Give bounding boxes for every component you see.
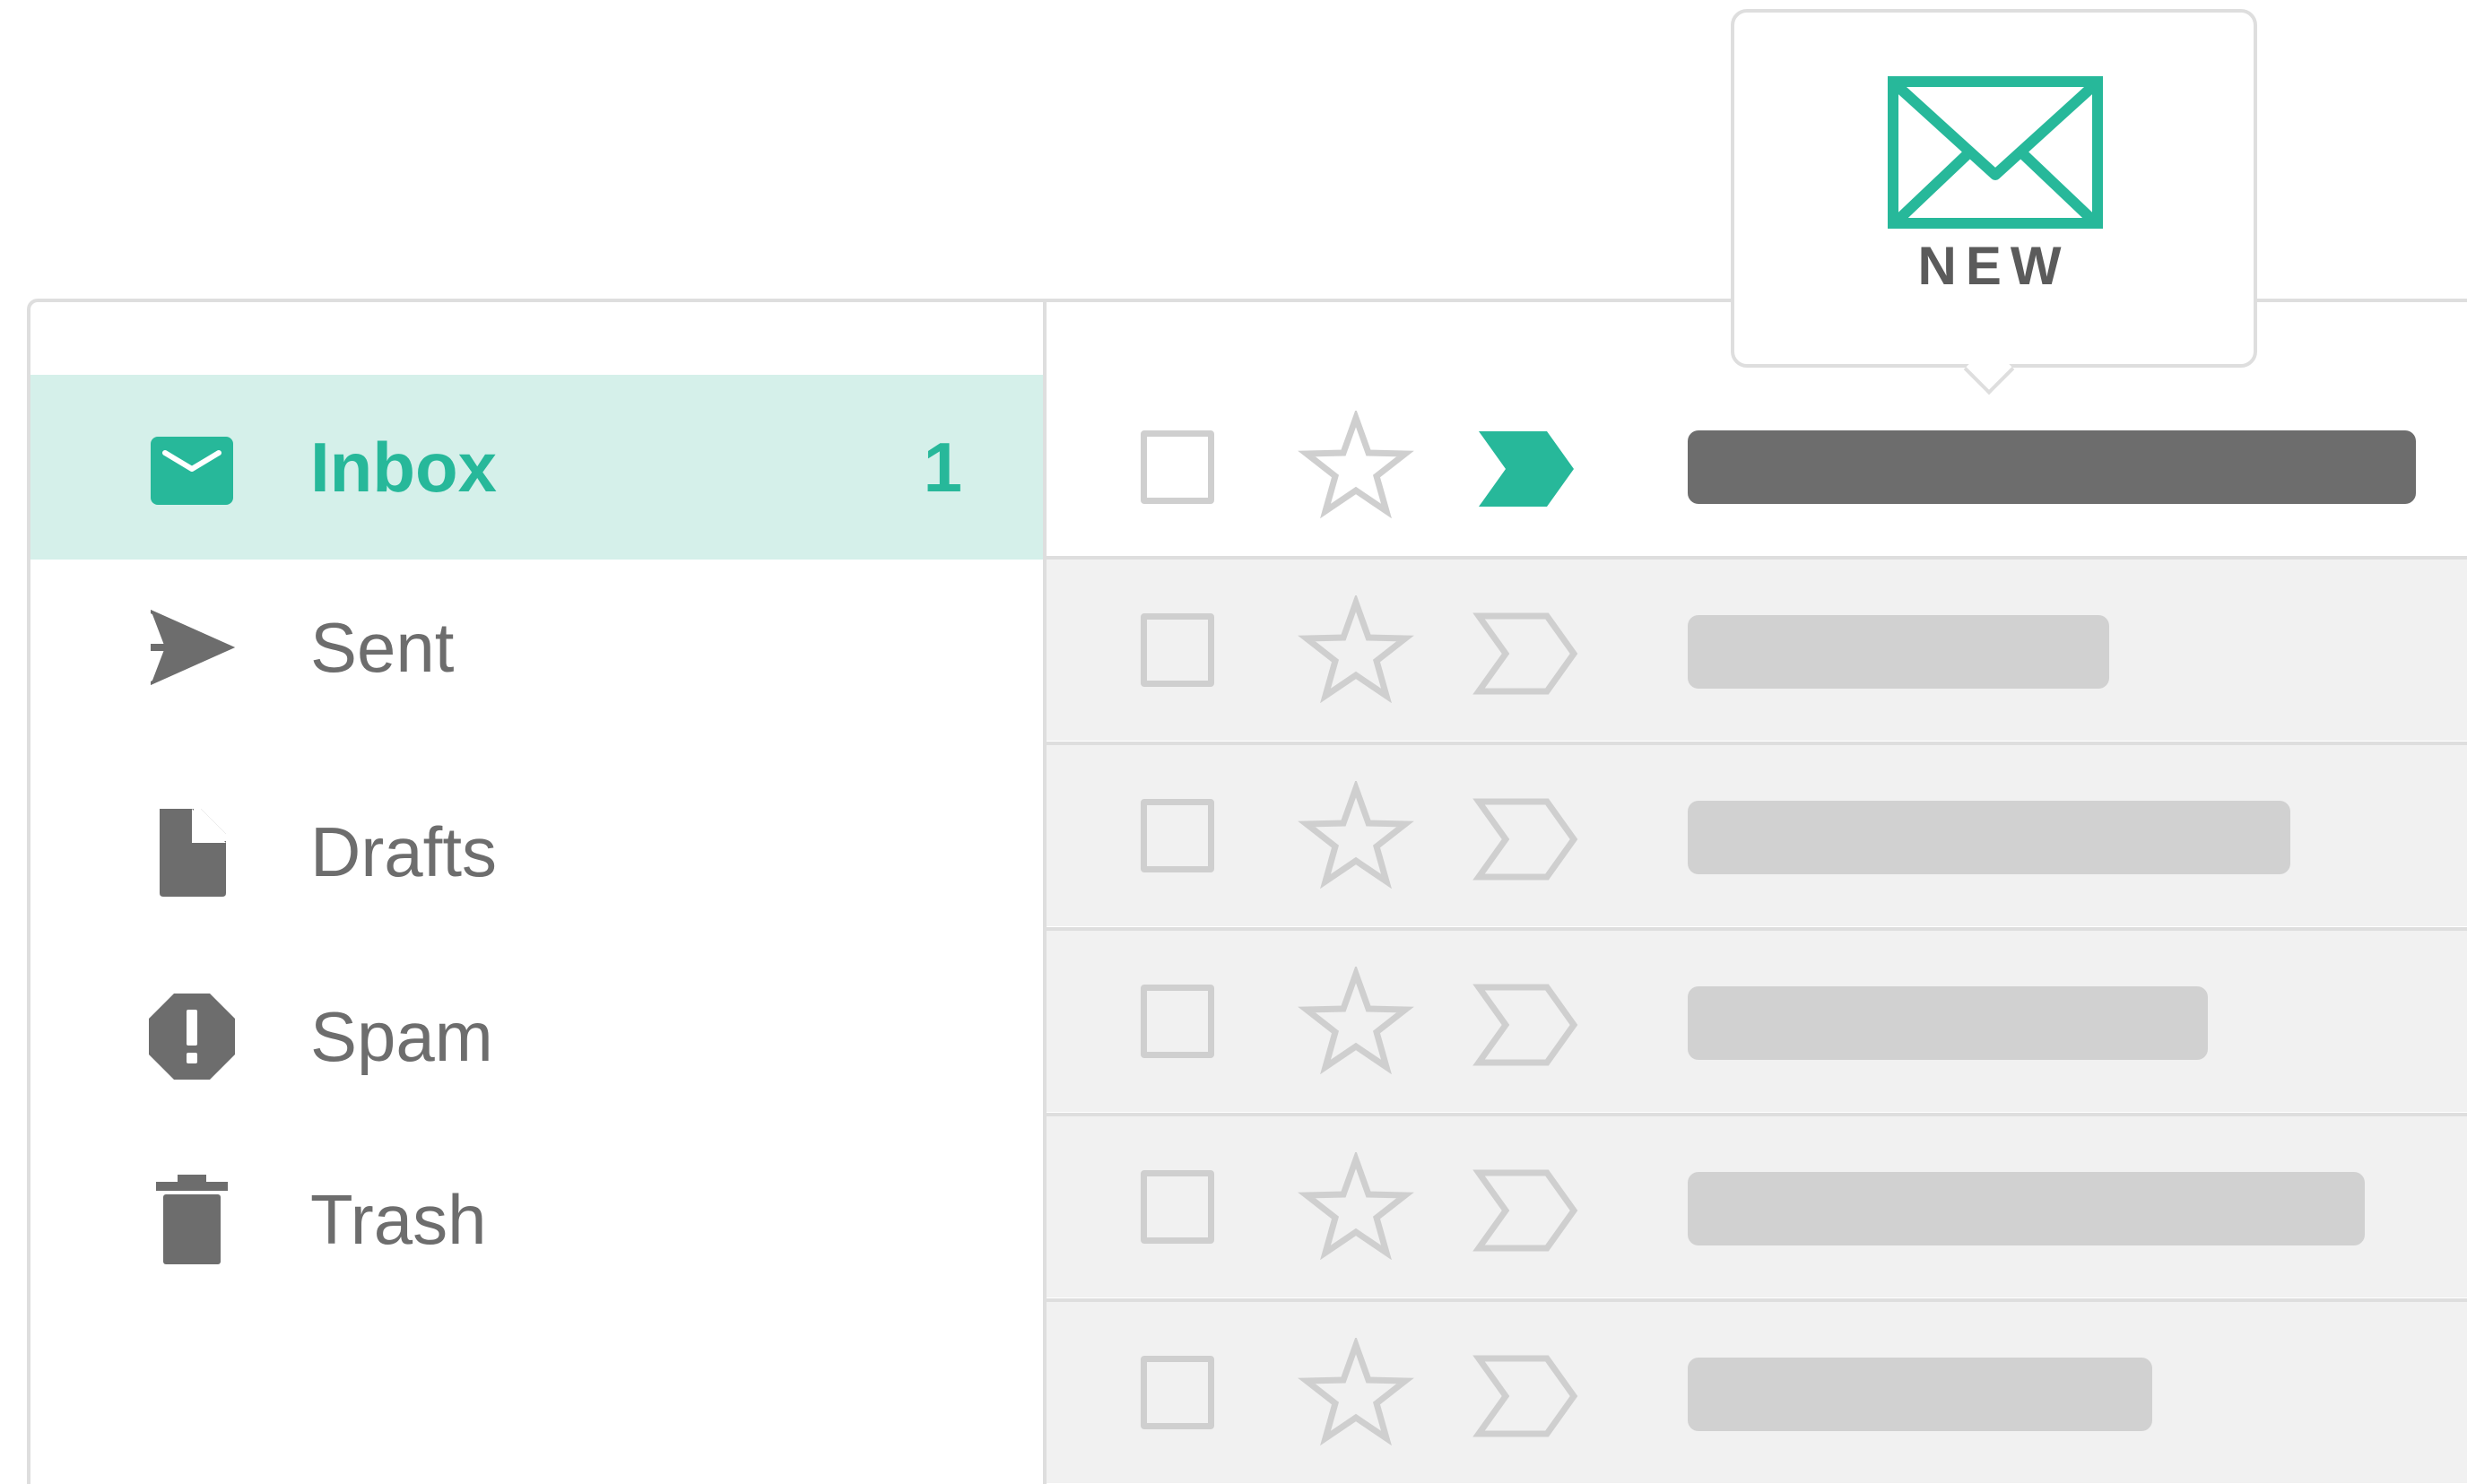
new-badge-label: NEW: [1917, 236, 2071, 296]
mail-app-illustration: Inbox 1 Sent Drafts Spam Trash NEW: [0, 0, 2467, 1484]
star-icon[interactable]: [1298, 967, 1414, 1074]
sidebar-item-label: Spam: [310, 997, 493, 1076]
important-marker-icon[interactable]: [1468, 971, 1585, 1079]
email-row[interactable]: [1047, 556, 2467, 741]
sidebar: Inbox 1 Sent Drafts Spam Trash: [30, 302, 1043, 1484]
envelope-icon: [1888, 76, 2103, 229]
star-icon[interactable]: [1298, 1338, 1414, 1445]
email-subject-placeholder: [1688, 430, 2416, 504]
sidebar-item-trash[interactable]: Trash: [30, 1114, 1043, 1298]
important-marker-icon[interactable]: [1468, 785, 1585, 893]
sidebar-item-spam[interactable]: Spam: [30, 929, 1043, 1114]
select-checkbox[interactable]: [1141, 613, 1214, 687]
sidebar-item-label: Inbox: [310, 428, 497, 507]
select-checkbox[interactable]: [1141, 430, 1214, 504]
star-icon[interactable]: [1298, 1152, 1414, 1260]
select-checkbox[interactable]: [1141, 799, 1214, 872]
sidebar-item-inbox[interactable]: Inbox 1: [30, 375, 1043, 560]
sidebar-item-drafts[interactable]: Drafts: [30, 744, 1043, 929]
sidebar-item-sent[interactable]: Sent: [30, 560, 1043, 744]
email-subject-placeholder: [1688, 986, 2208, 1060]
email-row[interactable]: [1047, 1298, 2467, 1483]
email-row[interactable]: [1047, 927, 2467, 1112]
star-icon[interactable]: [1298, 411, 1414, 518]
sidebar-item-label: Trash: [310, 1180, 487, 1259]
email-row[interactable]: [1047, 1113, 2467, 1297]
email-row-new[interactable]: [1047, 375, 2467, 560]
email-subject-placeholder: [1688, 1172, 2365, 1245]
inbox-icon: [151, 437, 233, 505]
important-marker-icon[interactable]: [1468, 1157, 1585, 1264]
star-icon[interactable]: [1298, 595, 1414, 703]
important-marker-icon[interactable]: [1468, 415, 1585, 523]
sidebar-item-label: Drafts: [310, 812, 498, 891]
send-icon: [151, 610, 235, 685]
spam-warning-icon: [149, 994, 235, 1080]
unread-count-badge: 1: [923, 428, 962, 507]
star-icon[interactable]: [1298, 781, 1414, 889]
email-subject-placeholder: [1688, 615, 2109, 689]
email-subject-placeholder: [1688, 801, 2290, 874]
select-checkbox[interactable]: [1141, 1356, 1214, 1429]
trash-icon: [156, 1175, 228, 1264]
sidebar-item-label: Sent: [310, 608, 455, 687]
select-checkbox[interactable]: [1141, 1170, 1214, 1244]
important-marker-icon[interactable]: [1468, 1342, 1585, 1450]
select-checkbox[interactable]: [1141, 985, 1214, 1058]
draft-document-icon: [160, 809, 226, 897]
email-subject-placeholder: [1688, 1358, 2152, 1431]
important-marker-icon[interactable]: [1468, 600, 1585, 707]
email-row[interactable]: [1047, 742, 2467, 926]
